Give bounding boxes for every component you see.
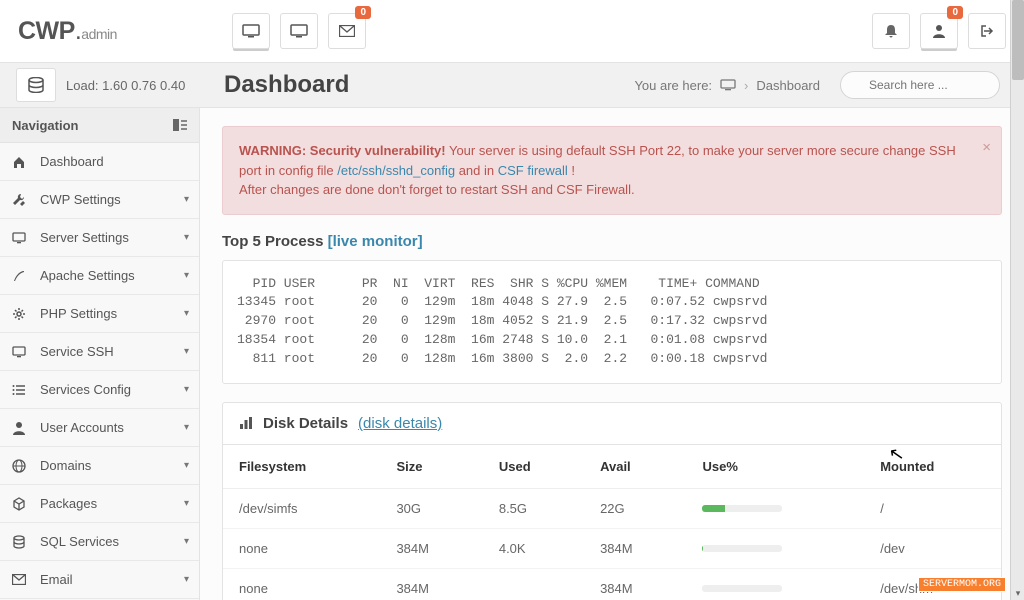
chevron-down-icon: ▾: [184, 232, 189, 243]
sidebar-item-label: User Accounts: [40, 420, 124, 435]
sidebar-item-service-ssh[interactable]: Service SSH ▾: [0, 333, 199, 371]
sidebar-item-user-accounts[interactable]: User Accounts ▾: [0, 409, 199, 447]
disk-col-header: Avail: [584, 445, 686, 489]
disk-col-header: Filesystem: [223, 445, 380, 489]
process-list: PID USER PR NI VIRT RES SHR S %CPU %MEM …: [222, 260, 1002, 384]
sidebar-item-label: SQL Services: [40, 534, 119, 549]
sidebar-item-label: CWP Settings: [40, 192, 121, 207]
disk-details-link[interactable]: (disk details): [358, 415, 442, 432]
disk-row: none384M4.0K384M/dev: [223, 528, 1001, 568]
mail-badge: 0: [355, 6, 371, 19]
sidebar-item-dashboard[interactable]: Dashboard: [0, 143, 199, 181]
sidebar-item-label: Services Config: [40, 382, 131, 397]
load-icon: [16, 68, 56, 102]
alert-close-button[interactable]: ×: [982, 137, 991, 160]
sidebar-item-services-config[interactable]: Services Config ▾: [0, 371, 199, 409]
sidebar: Navigation DashboardCWP Settings▾Server …: [0, 108, 200, 600]
sidebar-item-label: Packages: [40, 496, 97, 511]
main-content: × WARNING: Security vulnerability! Your …: [200, 108, 1024, 600]
user-menu-button[interactable]: 0: [920, 13, 958, 49]
disk-col-header: Size: [380, 445, 482, 489]
vertical-scrollbar[interactable]: ▴ ▾: [1010, 0, 1024, 600]
sidebar-item-apache-settings[interactable]: Apache Settings ▾: [0, 257, 199, 295]
csf-firewall-link[interactable]: CSF firewall: [498, 163, 568, 178]
sidebar-item-php-settings[interactable]: PHP Settings ▾: [0, 295, 199, 333]
chevron-down-icon: ▾: [184, 574, 189, 585]
sshd-config-link[interactable]: /etc/ssh/sshd_config: [337, 163, 455, 178]
scroll-down-icon[interactable]: ▾: [1011, 586, 1024, 600]
notifications-button[interactable]: [872, 13, 910, 49]
disk-table: FilesystemSizeUsedAvailUse%Mounted/dev/s…: [223, 445, 1001, 600]
chevron-down-icon: ▾: [184, 346, 189, 357]
desktop-icon: [12, 232, 28, 244]
list-icon: [12, 384, 28, 396]
sidebar-item-domains[interactable]: Domains ▾: [0, 447, 199, 485]
home-icon: [12, 155, 28, 169]
breadcrumb: You are here: › Dashboard: [634, 78, 820, 93]
sidebar-item-email[interactable]: Email ▾: [0, 561, 199, 599]
use-progress-bar: [702, 505, 782, 512]
messages-button[interactable]: 0: [328, 13, 366, 49]
desktop-icon: [12, 346, 28, 358]
wrench-icon: [12, 193, 28, 207]
sidebar-item-sql-services[interactable]: SQL Services ▾: [0, 523, 199, 561]
bar-chart-icon: [239, 416, 253, 430]
chevron-down-icon: ▾: [184, 422, 189, 433]
chevron-down-icon: ▾: [184, 460, 189, 471]
logout-button[interactable]: [968, 13, 1006, 49]
live-monitor-link[interactable]: [live monitor]: [328, 233, 423, 250]
scrollbar-thumb[interactable]: [1012, 0, 1024, 80]
sidebar-item-label: Service SSH: [40, 344, 114, 359]
sidebar-item-label: Email: [40, 572, 73, 587]
nav-header: Navigation: [0, 108, 199, 143]
chevron-down-icon: ▾: [184, 270, 189, 281]
db-icon: [12, 535, 28, 549]
security-warning-alert: × WARNING: Security vulnerability! Your …: [222, 126, 1002, 215]
chevron-down-icon: ▾: [184, 194, 189, 205]
disk-col-header: Used: [483, 445, 584, 489]
globe-icon: [12, 459, 28, 473]
user-icon: [12, 421, 28, 435]
use-progress-bar: [702, 545, 782, 552]
sidebar-item-server-settings[interactable]: Server Settings ▾: [0, 219, 199, 257]
chevron-down-icon: ▾: [184, 536, 189, 547]
load-text: Load: 1.60 0.76 0.40: [66, 78, 185, 93]
sidebar-item-label: Domains: [40, 458, 91, 473]
nav-collapse-icon[interactable]: [173, 119, 187, 131]
view-tablet-button[interactable]: [280, 13, 318, 49]
search-input[interactable]: [840, 71, 1000, 99]
top-bar: CWP.admin 0 0: [0, 0, 1024, 63]
page-title: Dashboard: [224, 71, 349, 99]
view-desktop-button[interactable]: [232, 13, 270, 49]
disk-row: none384M384M/dev/shm: [223, 568, 1001, 600]
chevron-down-icon: ▾: [184, 498, 189, 509]
sidebar-item-label: Server Settings: [40, 230, 129, 245]
use-progress-bar: [702, 585, 782, 592]
disk-col-header: Use%: [686, 445, 864, 489]
sidebar-item-label: Dashboard: [40, 154, 104, 169]
gear-icon: [12, 307, 28, 321]
sidebar-item-cwp-settings[interactable]: CWP Settings ▾: [0, 181, 199, 219]
chevron-down-icon: ▾: [184, 384, 189, 395]
disk-col-header: Mounted: [864, 445, 1001, 489]
chevron-down-icon: ▾: [184, 308, 189, 319]
sidebar-item-label: Apache Settings: [40, 268, 135, 283]
desktop-icon: [720, 79, 736, 91]
feather-icon: [12, 269, 28, 283]
user-badge: 0: [947, 6, 963, 19]
brand-logo: CWP.admin: [18, 17, 117, 46]
box-icon: [12, 497, 28, 511]
process-section-title: Top 5 Process [live monitor]: [222, 233, 1002, 250]
sidebar-item-packages[interactable]: Packages ▾: [0, 485, 199, 523]
disk-row: /dev/simfs30G8.5G22G/: [223, 488, 1001, 528]
sidebar-item-label: PHP Settings: [40, 306, 117, 321]
disk-details-panel: Disk Details (disk details) FilesystemSi…: [222, 402, 1002, 600]
mail-icon: [12, 574, 28, 585]
watermark: SERVERMOM.ORG: [918, 577, 1006, 592]
